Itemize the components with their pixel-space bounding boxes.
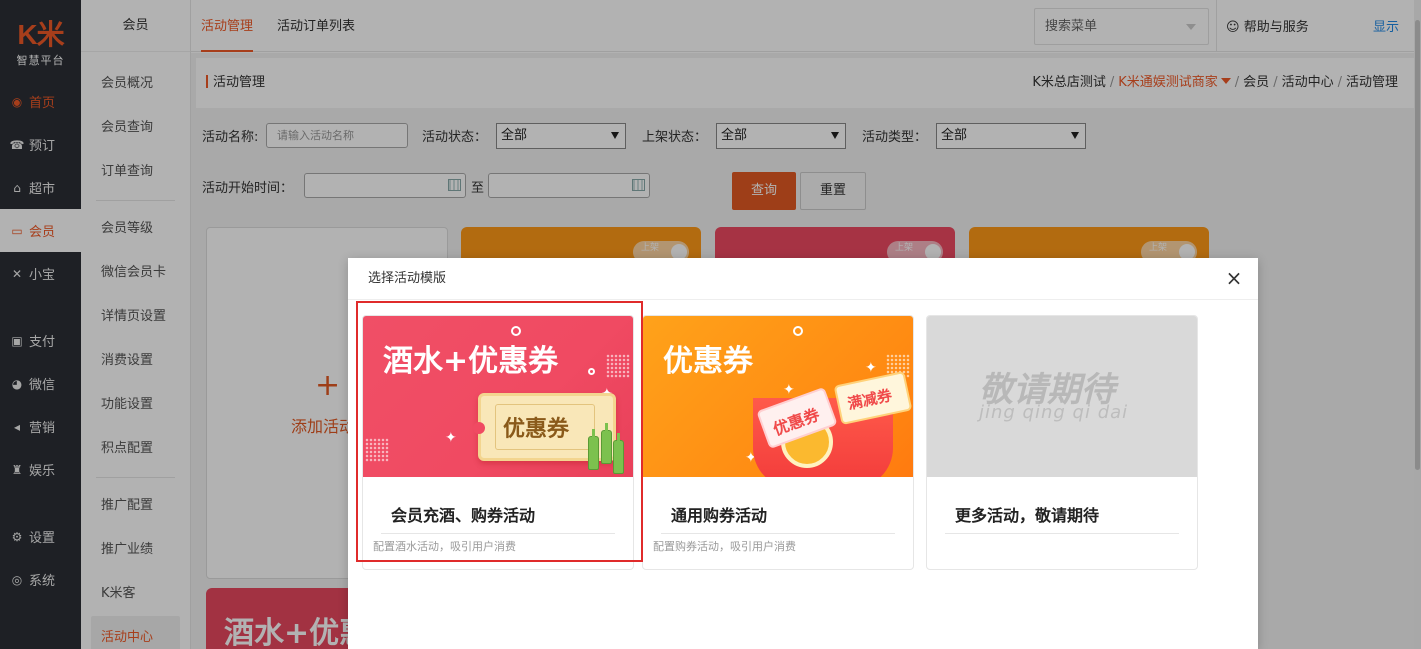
template-card-coupon[interactable]: 优惠券 ✦ ✦ ✦ 优惠券 满减券 通用购券活动 配置购券活动，吸引用户消费 (642, 315, 914, 570)
close-icon[interactable]: × (1224, 268, 1244, 288)
coupon-b: 满减券 (833, 370, 913, 426)
banner-subtitle: jing qing qi dai (979, 402, 1129, 423)
selected-template-highlight (356, 301, 643, 562)
banner-title: 优惠券 (663, 344, 753, 379)
template-desc: 配置购券活动，吸引用户消费 (653, 540, 796, 553)
template-title: 更多活动，敬请期待 (955, 506, 1100, 525)
template-banner: 优惠券 ✦ ✦ ✦ 优惠券 满减券 (643, 316, 913, 477)
template-title: 通用购券活动 (671, 506, 768, 525)
template-modal: 选择活动模版 × 酒水+优惠券 ✦ ✦ 优惠券 会员充酒、购券活动 配置酒水活动… (348, 258, 1258, 649)
template-card-coming-soon[interactable]: 敬请期待 jing qing qi dai 更多活动，敬请期待 (926, 315, 1198, 570)
template-banner: 敬请期待 jing qing qi dai (927, 316, 1197, 477)
modal-title: 选择活动模版 (368, 271, 447, 286)
